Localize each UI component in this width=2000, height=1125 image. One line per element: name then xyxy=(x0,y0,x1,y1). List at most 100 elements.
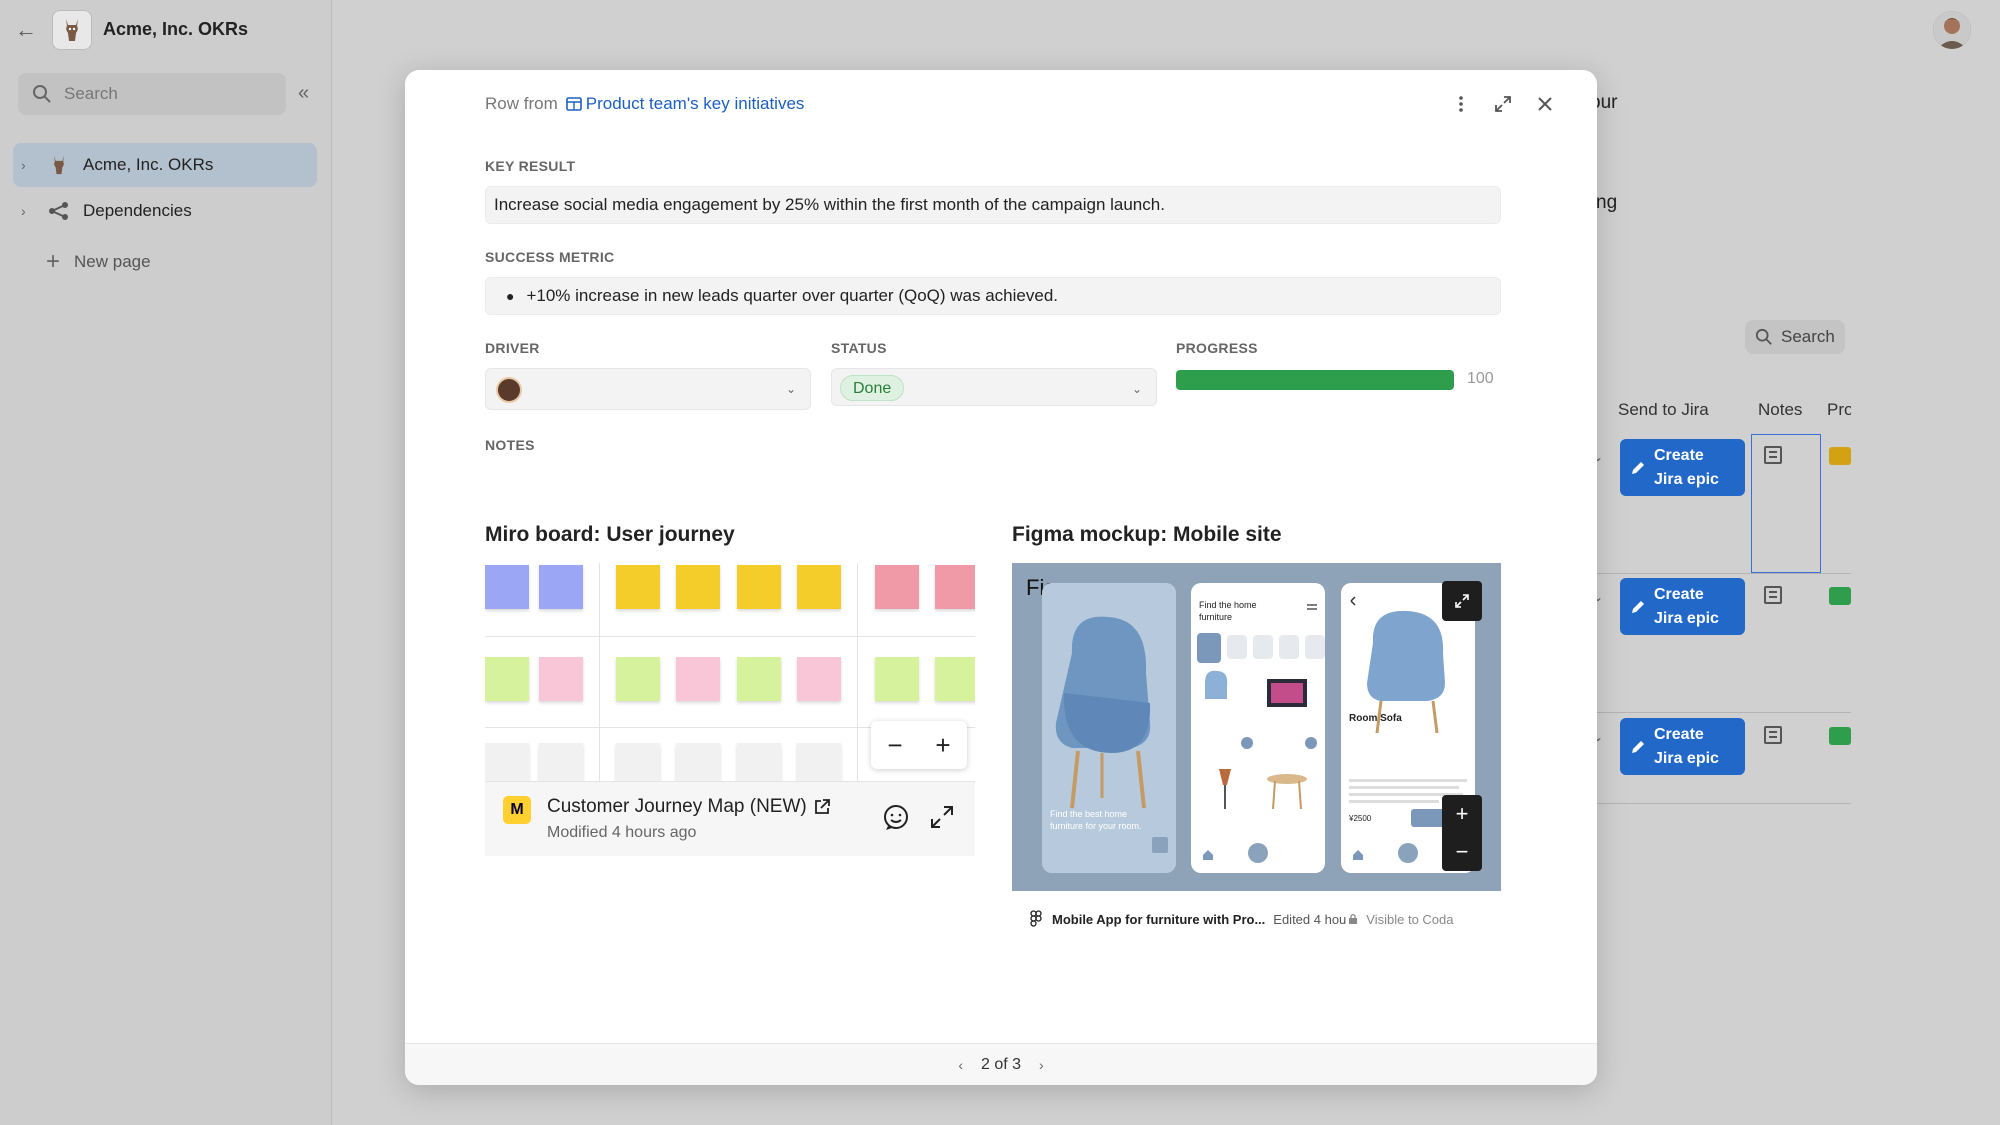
user-avatar[interactable] xyxy=(1933,11,1971,49)
sticky-note[interactable] xyxy=(935,657,975,701)
notes-icon[interactable] xyxy=(1764,586,1782,604)
create-jira-epic-button[interactable]: Create Jira epic xyxy=(1620,439,1745,496)
notes-icon[interactable] xyxy=(1764,446,1782,464)
figma-file-name[interactable]: Mobile App for furniture with Pro... xyxy=(1052,912,1265,927)
status-badge: Done xyxy=(840,375,905,401)
progress-bar[interactable] xyxy=(1176,370,1454,390)
source-table-link[interactable]: Product team's key initiatives xyxy=(586,94,805,114)
chevron-down-icon: ⌄ xyxy=(786,382,797,396)
sticky-note[interactable] xyxy=(797,657,841,701)
table-search-button[interactable]: Search xyxy=(1745,320,1845,354)
sidebar-search[interactable]: Search xyxy=(18,73,286,115)
miro-logo-icon: M xyxy=(503,796,531,824)
chevron-right-icon[interactable]: › xyxy=(21,157,39,173)
column-header-send-to-jira[interactable]: Send to Jira xyxy=(1618,400,1709,420)
column-header-notes[interactable]: Notes xyxy=(1758,400,1802,420)
miro-footer: M Customer Journey Map (NEW) Modified 4 … xyxy=(485,781,975,856)
doc-logo[interactable] xyxy=(52,10,92,50)
notes-icon[interactable] xyxy=(1764,726,1782,744)
sticky-note[interactable] xyxy=(676,743,720,781)
sticky-note[interactable] xyxy=(875,565,919,609)
figma-visibility: Visible to Coda xyxy=(1366,911,1454,927)
sticky-note[interactable] xyxy=(737,565,781,609)
llama-icon xyxy=(47,153,71,177)
search-icon xyxy=(33,85,51,103)
miro-embed-title: Miro board: User journey xyxy=(485,523,735,546)
sticky-note[interactable] xyxy=(485,565,529,609)
miro-zoom-controls: − + xyxy=(871,721,967,769)
sticky-note[interactable] xyxy=(737,657,781,701)
create-jira-epic-button[interactable]: Create Jira epic xyxy=(1620,718,1745,775)
sidebar-item-acme-okrs[interactable]: › Acme, Inc. OKRs xyxy=(13,143,317,187)
chevron-right-icon[interactable]: › xyxy=(21,203,39,219)
zoom-out-icon[interactable]: − xyxy=(1456,839,1469,865)
background-text-fragment: ng xyxy=(1596,192,1618,213)
zoom-in-icon[interactable]: + xyxy=(935,730,950,761)
sticky-note[interactable] xyxy=(539,657,583,701)
row-detail-modal: Row from Product team's key initiatives … xyxy=(405,70,1597,1085)
miro-modified: Modified 4 hours ago xyxy=(547,824,697,841)
sticky-note[interactable] xyxy=(616,657,660,701)
collapse-sidebar-icon[interactable]: « xyxy=(298,82,320,104)
create-jira-epic-button[interactable]: Create Jira epic xyxy=(1620,578,1745,635)
sticky-note[interactable] xyxy=(485,743,529,781)
close-icon[interactable] xyxy=(1533,92,1557,116)
progress-bar-fill xyxy=(1176,370,1454,390)
driver-label: DRIVER xyxy=(485,340,540,356)
key-result-label: KEY RESULT xyxy=(485,158,576,174)
comment-icon[interactable] xyxy=(882,804,910,832)
chevron-right-icon[interactable]: › xyxy=(1039,1057,1044,1073)
driver-avatar xyxy=(496,377,522,403)
more-options-icon[interactable] xyxy=(1449,92,1473,116)
zoom-in-icon[interactable]: + xyxy=(1456,801,1469,827)
graph-nodes-icon xyxy=(47,199,71,223)
success-metric-field[interactable]: ● +10% increase in new leads quarter ove… xyxy=(485,277,1501,315)
table-icon xyxy=(565,97,582,111)
sticky-note[interactable] xyxy=(676,657,720,701)
sidebar-item-label: Dependencies xyxy=(83,201,192,220)
jira-button-line2: Jira epic xyxy=(1654,749,1719,767)
key-result-field[interactable]: Increase social media engagement by 25% … xyxy=(485,186,1501,224)
external-link-icon xyxy=(814,799,830,814)
jira-button-line2: Jira epic xyxy=(1654,470,1719,488)
chevron-left-icon[interactable]: ‹ xyxy=(958,1057,963,1073)
sidebar-item-label: Acme, Inc. OKRs xyxy=(83,155,214,174)
sticky-note[interactable] xyxy=(737,743,781,781)
figma-edited: Edited 4 hou xyxy=(1273,911,1347,927)
figma-embed[interactable]: Figma Find the best home furniture for y… xyxy=(1012,563,1501,891)
sticky-note[interactable] xyxy=(616,565,660,609)
key-result-value: Increase social media engagement by 25% … xyxy=(494,195,1165,214)
expand-icon[interactable] xyxy=(1491,92,1515,116)
sticky-note[interactable] xyxy=(539,565,583,609)
fullscreen-icon[interactable] xyxy=(929,804,957,832)
status-select[interactable]: Done ⌄ xyxy=(831,368,1157,406)
row-divider xyxy=(1596,712,1851,713)
sticky-note[interactable] xyxy=(797,565,841,609)
column-header-progress[interactable]: Pro xyxy=(1827,400,1851,420)
phone3-title: Room Sofa xyxy=(1349,713,1402,724)
search-placeholder: Search xyxy=(64,84,118,103)
miro-canvas[interactable]: − + xyxy=(485,563,975,781)
driver-select[interactable]: ⌄ xyxy=(485,368,811,410)
sticky-note[interactable] xyxy=(676,565,720,609)
figma-embed-title: Figma mockup: Mobile site xyxy=(1012,523,1282,546)
new-page-button[interactable]: + New page xyxy=(46,248,151,276)
sticky-note[interactable] xyxy=(485,657,529,701)
back-arrow-icon[interactable]: ← xyxy=(14,18,38,42)
jira-button-line1: Create xyxy=(1654,725,1704,743)
doc-title: Acme, Inc. OKRs xyxy=(103,19,249,39)
miro-embed[interactable]: − + M Customer Journey Map (NEW) Modifie… xyxy=(485,563,975,856)
miro-board-link[interactable]: Customer Journey Map (NEW) xyxy=(547,796,831,818)
zoom-out-icon[interactable]: − xyxy=(887,730,902,761)
sticky-note[interactable] xyxy=(875,657,919,701)
progress-chip xyxy=(1829,727,1851,745)
phone3-price: ¥2500 xyxy=(1349,814,1372,823)
sticky-note[interactable] xyxy=(935,565,975,609)
sticky-note[interactable] xyxy=(797,743,841,781)
sticky-note[interactable] xyxy=(616,743,660,781)
figma-expand-icon[interactable] xyxy=(1442,581,1482,621)
selected-notes-cell[interactable] xyxy=(1751,434,1821,573)
sidebar-item-dependencies[interactable]: › Dependencies xyxy=(13,189,317,233)
sticky-note[interactable] xyxy=(539,743,583,781)
modal-toolbar xyxy=(1449,92,1557,116)
